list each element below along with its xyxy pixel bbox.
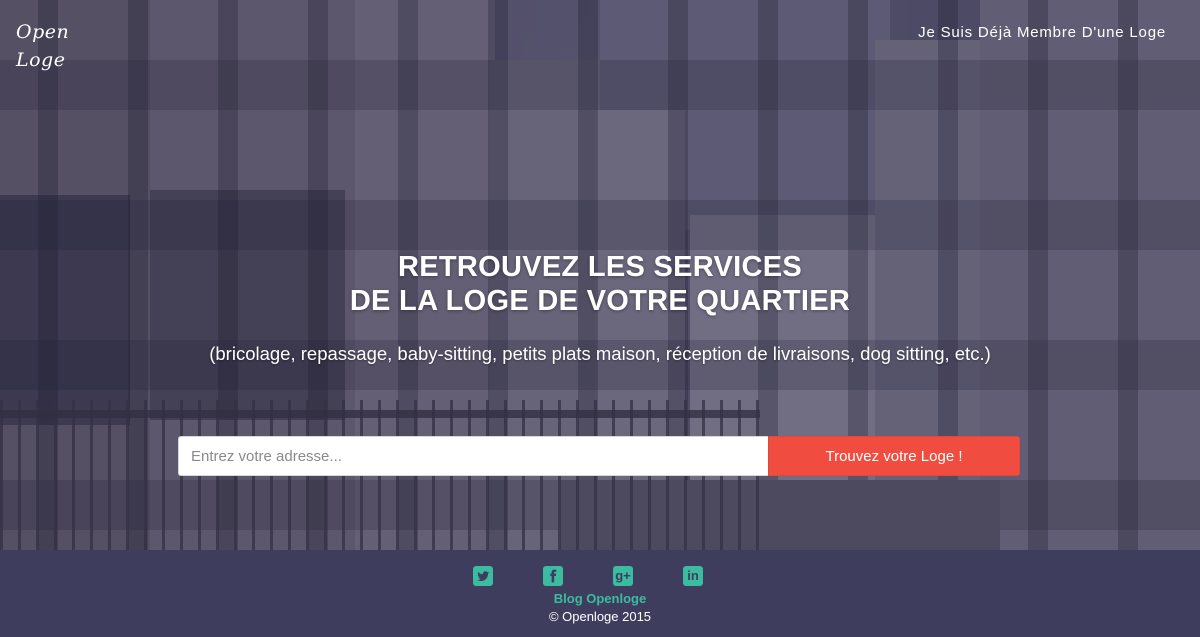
hero-headline: RETROUVEZ LES SERVICES DE LA LOGE DE VOT… <box>0 250 1200 318</box>
headline-line-2: DE LA LOGE DE VOTRE QUARTIER <box>349 285 851 317</box>
headline-line-1: RETROUVEZ LES SERVICES <box>397 251 803 283</box>
logo-line-1: Open <box>16 21 70 43</box>
address-input[interactable] <box>178 436 768 476</box>
copyright: © Openloge 2015 <box>548 609 652 624</box>
find-loge-button[interactable]: Trouvez votre Loge ! <box>768 436 1020 476</box>
linkedin-icon[interactable]: in <box>683 566 703 586</box>
member-login-link[interactable]: Je Suis Déjà Membre D'une Loge <box>918 24 1166 41</box>
logo[interactable]: Open Loge <box>16 18 76 74</box>
logo-line-2: Loge <box>16 49 66 71</box>
search-form: Trouvez votre Loge ! <box>178 436 1020 476</box>
google-plus-icon[interactable]: g+ <box>613 566 633 586</box>
blog-link[interactable]: Blog Openloge <box>0 591 1200 606</box>
facebook-icon[interactable] <box>543 566 563 586</box>
hero-subline: (bricolage, repassage, baby-sitting, pet… <box>209 343 991 364</box>
twitter-icon[interactable] <box>473 566 493 586</box>
